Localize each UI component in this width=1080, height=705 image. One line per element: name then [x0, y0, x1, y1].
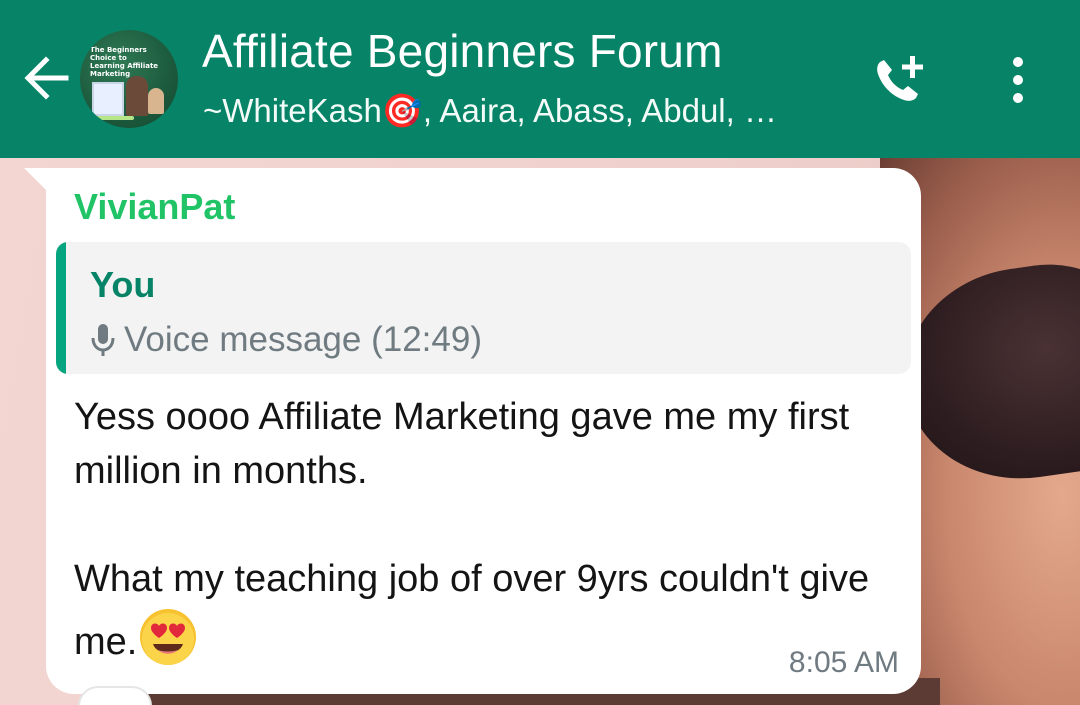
quote-accent-bar: [56, 242, 66, 374]
quoted-author: You: [90, 264, 156, 305]
group-avatar[interactable]: The Beginners Choice to Learning Affilia…: [80, 30, 178, 128]
heart-eyes-emoji: [140, 609, 197, 665]
avatar-text: The Beginners Choice to Learning Affilia…: [90, 46, 159, 78]
group-title[interactable]: Affiliate Beginners Forum: [202, 24, 723, 78]
reaction-badge[interactable]: [78, 686, 152, 705]
back-button[interactable]: [18, 50, 74, 106]
message-sender[interactable]: VivianPat: [74, 186, 235, 228]
bubble-tail: [24, 168, 48, 192]
more-vertical-icon: [1013, 57, 1023, 103]
avatar-person2-graphic: [148, 88, 164, 114]
message-time: 8:05 AM: [788, 646, 899, 679]
quoted-message[interactable]: You Voice message (12:49): [56, 242, 911, 374]
avatar-screen-graphic: [92, 82, 124, 116]
group-members[interactable]: ~WhiteKash🎯, Aaira, Abass, Abdul, …: [203, 92, 777, 131]
quoted-content-row: Voice message (12:49): [90, 320, 482, 360]
message-body: Yess oooo Affiliate Marketing gave me my…: [74, 390, 894, 669]
message-bubble[interactable]: VivianPat You Voice message (12:49) Yess…: [46, 168, 921, 694]
chat-header: The Beginners Choice to Learning Affilia…: [0, 0, 1080, 158]
quoted-content: Voice message (12:49): [124, 320, 482, 359]
back-arrow-icon: [24, 56, 69, 100]
add-call-button[interactable]: [870, 52, 930, 108]
add-call-icon: [877, 56, 923, 101]
chat-screen: The Beginners Choice to Learning Affilia…: [0, 0, 1080, 705]
avatar-person-graphic: [126, 76, 148, 116]
mic-icon: [91, 324, 115, 356]
more-options-button[interactable]: [1000, 52, 1036, 108]
avatar-footer-graphic: [94, 116, 134, 120]
